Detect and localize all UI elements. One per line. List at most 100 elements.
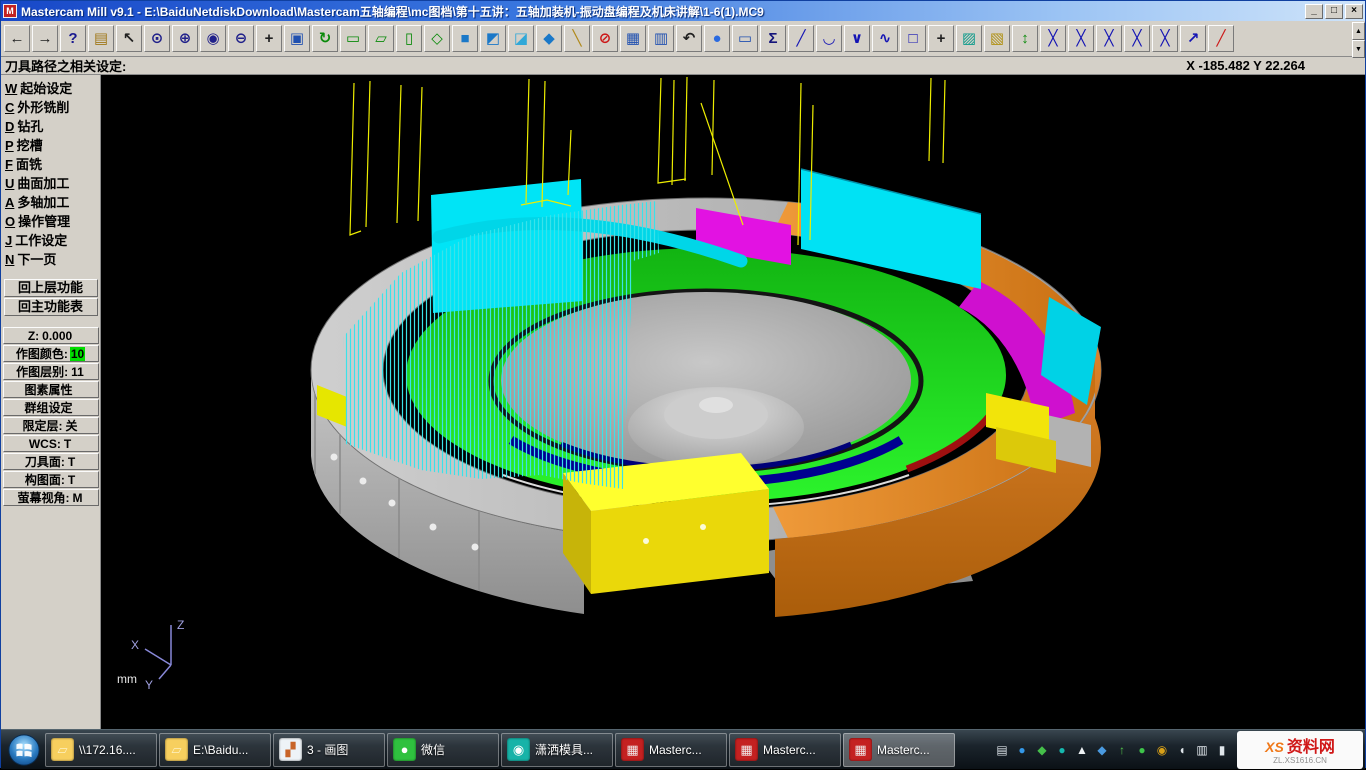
mask-level-button[interactable]: 限定层:关 [3, 417, 99, 434]
tray-security-icon[interactable]: ◆ [1093, 744, 1111, 756]
menu-item-drill[interactable]: D钻孔 [1, 117, 100, 136]
viewport-icon[interactable]: ▭ [732, 25, 758, 52]
tray-signal-icon[interactable]: ▮ [1213, 744, 1231, 756]
fillet-icon[interactable]: ∨ [844, 25, 870, 52]
center-dome [628, 387, 804, 467]
divide-icon[interactable]: ╳ [1096, 25, 1122, 52]
spline-icon[interactable]: ∿ [872, 25, 898, 52]
screen-next-icon[interactable]: ▥ [648, 25, 674, 52]
start-button[interactable] [3, 730, 45, 770]
pick-icon[interactable]: ↖ [116, 25, 142, 52]
main-menu-button[interactable]: 回主功能表 [4, 298, 98, 316]
axis-gnomon: Z X Y [131, 618, 184, 692]
construction-plane-button[interactable]: 构图面:T [3, 471, 99, 488]
tray-doc-icon[interactable]: ▤ [993, 744, 1011, 756]
menu-item-multiaxis[interactable]: A多轴加工 [1, 193, 100, 212]
menu-item-job-setup[interactable]: W起始设定 [1, 79, 100, 98]
zoom-out-icon[interactable]: ⊖ [228, 25, 254, 52]
drafting-icon[interactable]: ↕ [1012, 25, 1038, 52]
taskbar-folder-1[interactable]: ▱ \\172.16.... [45, 733, 157, 767]
maximize-button[interactable]: □ [1325, 4, 1343, 19]
gview-iso-icon[interactable]: ◇ [424, 25, 450, 52]
solids-icon[interactable]: ▧ [984, 25, 1010, 52]
tray-pin-icon[interactable]: ◉ [1153, 744, 1171, 756]
close-button[interactable]: × [1345, 4, 1363, 19]
shading-icon[interactable]: ● [704, 25, 730, 52]
arc-icon[interactable]: ◡ [816, 25, 842, 52]
zoom-window-icon[interactable]: ⊕ [172, 25, 198, 52]
undo-icon[interactable]: ↶ [676, 25, 702, 52]
offset-icon[interactable]: ╱ [1208, 25, 1234, 52]
tool-plane-button[interactable]: 刀具面:T [3, 453, 99, 470]
tray-green-shield-icon[interactable]: ◆ [1033, 744, 1051, 756]
screen-window-icon[interactable]: ▦ [620, 25, 646, 52]
group-button[interactable]: 群组设定 [3, 399, 99, 416]
function-keys-icon[interactable]: ▤ [88, 25, 114, 52]
taskbar-mastercam-1[interactable]: ▦ Masterc... [615, 733, 727, 767]
break-icon[interactable]: ╳ [1124, 25, 1150, 52]
xform-icon[interactable]: ↗ [1180, 25, 1206, 52]
zoom-target-icon[interactable]: ◉ [200, 25, 226, 52]
taskbar-mold-app[interactable]: ◉ 潇洒模具... [501, 733, 613, 767]
cplane-front-icon[interactable]: ◩ [480, 25, 506, 52]
toolbar-scroll-up[interactable]: ▲ [1352, 22, 1365, 40]
backup-button[interactable]: 回上层功能 [4, 279, 98, 297]
main-toolbar: ← → ? ▤ ↖ ⊙ ⊕ [1, 21, 1365, 57]
trim-icon[interactable]: ╳ [1040, 25, 1066, 52]
menu-item-contour[interactable]: C外形铣削 [1, 98, 100, 117]
sketch-icon[interactable]: ╲ [564, 25, 590, 52]
menu-item-face[interactable]: F面铣 [1, 155, 100, 174]
line-icon[interactable]: ╱ [788, 25, 814, 52]
bowl-feeder-model [311, 77, 1101, 617]
menu-item-next-page[interactable]: N下一页 [1, 250, 100, 269]
gview-side-icon[interactable]: ▯ [396, 25, 422, 52]
back-icon[interactable]: ← [4, 25, 30, 52]
tray-show-hidden-icon[interactable]: ▲ [1073, 744, 1091, 756]
taskbar-mastercam-3[interactable]: ▦ Masterc... [843, 733, 955, 767]
surface-icon[interactable]: ▨ [956, 25, 982, 52]
taskbar-wechat[interactable]: ● 微信 [387, 733, 499, 767]
forward-icon[interactable]: → [32, 25, 58, 52]
help-icon[interactable]: ? [60, 25, 86, 52]
tray-teal-ball-icon[interactable]: ● [1053, 744, 1071, 756]
toolbar-scroll-down[interactable]: ▼ [1352, 40, 1365, 58]
taskbar-folder-2[interactable]: ▱ E:\Baidu... [159, 733, 271, 767]
menu-item-job-settings[interactable]: J工作设定 [1, 231, 100, 250]
point-icon[interactable]: + [928, 25, 954, 52]
z-axis-label: Z [177, 618, 184, 632]
tray-network-icon[interactable]: ▥ [1193, 744, 1211, 756]
tray-green-ball-icon[interactable]: ● [1133, 744, 1151, 756]
rectangle-icon[interactable]: □ [900, 25, 926, 52]
taskbar-paint[interactable]: ▞ 3 - 画图 [273, 733, 385, 767]
taskbar-mastercam-2[interactable]: ▦ Masterc... [729, 733, 841, 767]
menu-item-operations[interactable]: O操作管理 [1, 212, 100, 231]
draw-color-button[interactable]: 作图颜色:10 [3, 345, 99, 362]
cplane-iso-icon[interactable]: ◆ [536, 25, 562, 52]
fit-screen-icon[interactable]: + [256, 25, 282, 52]
tray-update-icon[interactable]: ↑ [1113, 744, 1131, 756]
delete-icon[interactable]: ⊘ [592, 25, 618, 52]
graphics-viewport[interactable]: Z X Y mm [101, 75, 1365, 729]
gview-top-icon[interactable]: ▭ [340, 25, 366, 52]
cplane-side-icon[interactable]: ◪ [508, 25, 534, 52]
screen-view-button[interactable]: 萤幕视角:M [3, 489, 99, 506]
trim-2-icon[interactable]: ╳ [1068, 25, 1094, 52]
tray-blue-ball-icon[interactable]: ● [1013, 744, 1031, 756]
cplane-top-icon[interactable]: ■ [452, 25, 478, 52]
taskbar-app-icon: ▦ [621, 738, 644, 761]
z-depth-button[interactable]: Z:0.000 [3, 327, 99, 344]
tray-volume-icon[interactable]: ◖ [1173, 744, 1191, 756]
zoom-help-icon[interactable]: ⊙ [144, 25, 170, 52]
repaint-icon[interactable]: ▣ [284, 25, 310, 52]
menu-item-pocket[interactable]: P挖槽 [1, 136, 100, 155]
wcs-button[interactable]: WCS:T [3, 435, 99, 452]
attributes-button[interactable]: 图素属性 [3, 381, 99, 398]
minimize-button[interactable]: _ [1305, 4, 1323, 19]
join-icon[interactable]: ╳ [1152, 25, 1178, 52]
analyze-icon[interactable]: Σ [760, 25, 786, 52]
gview-front-icon[interactable]: ▱ [368, 25, 394, 52]
menu-item-surface[interactable]: U曲面加工 [1, 174, 100, 193]
level-button[interactable]: 作图层别:11 [3, 363, 99, 380]
graphics-area[interactable]: Z X Y mm [101, 75, 1366, 729]
dynamic-rotate-icon[interactable]: ↻ [312, 25, 338, 52]
